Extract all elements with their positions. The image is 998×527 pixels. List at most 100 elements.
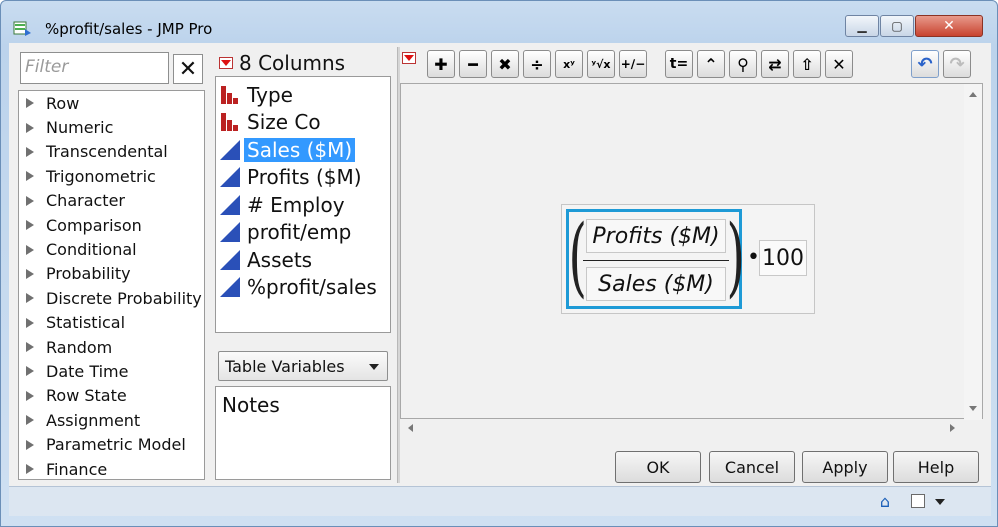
table-variables-select[interactable]: Table Variables	[218, 351, 388, 381]
delete-button[interactable]: ✕	[825, 50, 853, 78]
divide-button[interactable]: ÷	[523, 50, 551, 78]
function-category-item[interactable]: Row	[19, 91, 204, 115]
expand-triangle-icon[interactable]	[26, 98, 34, 109]
constant-term[interactable]: 100	[759, 240, 807, 276]
expand-triangle-icon[interactable]	[26, 464, 34, 475]
selected-fraction[interactable]: ( ) Profits ($M) Sales ($M)	[566, 207, 745, 309]
function-category-item[interactable]: Parametric Model	[19, 432, 204, 456]
add-button[interactable]: ✚	[427, 50, 455, 78]
continuous-triangle-icon	[220, 277, 240, 298]
expand-triangle-icon[interactable]	[26, 293, 34, 304]
function-category-item[interactable]: Statistical	[19, 311, 204, 335]
multiply-button[interactable]: ✖	[491, 50, 519, 78]
subtract-button[interactable]: ━	[459, 50, 487, 78]
continuous-triangle-icon	[220, 139, 240, 160]
expand-triangle-icon[interactable]	[26, 366, 34, 377]
formula-expression[interactable]: ( ) Profits ($M) Sales ($M) • 100	[561, 204, 815, 314]
notes-label: Notes	[222, 393, 280, 417]
scroll-right-icon[interactable]	[950, 424, 955, 432]
window-list-dropdown-icon[interactable]	[935, 499, 945, 505]
function-category-item[interactable]: Random	[19, 335, 204, 359]
formula-red-triangle-menu-icon[interactable]	[402, 52, 416, 64]
function-category-item[interactable]: Character	[19, 189, 204, 213]
column-item-employ[interactable]: # Employ	[216, 191, 390, 219]
clear-filter-icon[interactable]: ✕	[173, 54, 203, 84]
expand-triangle-icon[interactable]	[26, 268, 34, 279]
expand-triangle-icon[interactable]	[26, 195, 34, 206]
column-item-sales[interactable]: Sales ($M)	[216, 136, 390, 164]
cancel-button[interactable]: Cancel	[709, 451, 795, 483]
fraction-bar	[583, 260, 729, 261]
expand-triangle-icon[interactable]	[26, 220, 34, 231]
redo-button[interactable]: ↷	[943, 50, 971, 78]
expand-triangle-icon[interactable]	[26, 390, 34, 401]
assign-button[interactable]: t=	[665, 50, 693, 78]
column-item-profits[interactable]: Profits ($M)	[216, 164, 390, 192]
column-count-label: 8 Columns	[239, 51, 346, 75]
function-category-item[interactable]: Conditional	[19, 237, 204, 261]
function-category-item[interactable]: Comparison	[19, 213, 204, 237]
numerator-term[interactable]: Profits ($M)	[586, 219, 726, 253]
denominator-term[interactable]: Sales ($M)	[586, 267, 726, 301]
expand-triangle-icon[interactable]	[26, 171, 34, 182]
function-category-item[interactable]: Finance	[19, 457, 204, 481]
function-category-item[interactable]: Discrete Probability	[19, 286, 204, 310]
column-item-assets[interactable]: Assets	[216, 246, 390, 274]
notes-area[interactable]: Notes	[215, 386, 391, 480]
help-button[interactable]: Help	[893, 451, 979, 483]
function-category-item[interactable]: Trigonometric	[19, 164, 204, 188]
jmp-app-icon	[13, 21, 31, 36]
power-button[interactable]: xʸ	[555, 50, 583, 78]
undo-button[interactable]: ↶	[911, 50, 939, 78]
left-paren: (	[568, 207, 588, 307]
function-category-item[interactable]: Numeric	[19, 115, 204, 139]
vertical-scrollbar[interactable]	[964, 84, 982, 420]
move-up-button[interactable]: ⇧	[793, 50, 821, 78]
minimize-button[interactable]: ▁	[845, 15, 879, 37]
scroll-left-icon[interactable]	[408, 424, 413, 432]
expand-triangle-icon[interactable]	[26, 439, 34, 450]
continuous-triangle-icon	[220, 167, 240, 188]
peel-up-button[interactable]: ⌃	[697, 50, 725, 78]
expand-triangle-icon[interactable]	[26, 317, 34, 328]
horizontal-scrollbar[interactable]	[400, 419, 965, 437]
dialog-client-area: Filter ✕ Row Numeric Transcendental Trig…	[9, 43, 991, 486]
formula-canvas[interactable]: ( ) Profits ($M) Sales ($M) • 100	[400, 83, 983, 420]
negate-button[interactable]: +∕−	[619, 50, 647, 78]
root-button[interactable]: ʸ√x	[587, 50, 615, 78]
column-item-profit-emp[interactable]: profit/emp	[216, 219, 390, 247]
column-item-profit-sales[interactable]: %profit/sales	[216, 274, 390, 302]
expand-triangle-icon[interactable]	[26, 342, 34, 353]
nominal-bars-icon	[220, 85, 240, 105]
column-list: Type Size Co Sales ($M) Profits ($M) # E…	[215, 76, 391, 333]
function-category-item[interactable]: Assignment	[19, 408, 204, 432]
function-category-item[interactable]: Probability	[19, 262, 204, 286]
continuous-triangle-icon	[220, 194, 240, 215]
close-button[interactable]: ✕	[915, 15, 983, 37]
scroll-up-icon[interactable]	[969, 92, 977, 97]
expand-triangle-icon[interactable]	[26, 146, 34, 157]
function-category-item[interactable]: Date Time	[19, 359, 204, 383]
columns-header: 8 Columns	[219, 51, 345, 75]
search-button[interactable]: ⚲	[729, 50, 757, 78]
window-list-checkbox[interactable]	[911, 494, 925, 508]
expand-triangle-icon[interactable]	[26, 415, 34, 426]
formula-toolbar: ✚ ━ ✖ ÷ xʸ ʸ√x +∕− t= ⌃ ⚲ ⇄ ⇧ ✕ ↶ ↷	[399, 48, 989, 78]
continuous-triangle-icon	[220, 249, 240, 270]
columns-red-triangle-menu-icon[interactable]	[219, 57, 233, 69]
function-category-item[interactable]: Transcendental	[19, 140, 204, 164]
function-category-item[interactable]: Row State	[19, 384, 204, 408]
column-item-size-co[interactable]: Size Co	[216, 109, 390, 137]
expand-triangle-icon[interactable]	[26, 244, 34, 255]
function-filter-input[interactable]: Filter	[20, 52, 169, 84]
ok-button[interactable]: OK	[615, 451, 701, 483]
title-bar[interactable]: %profit/sales - JMP Pro ▁ ▢ ✕	[1, 1, 997, 43]
swap-button[interactable]: ⇄	[761, 50, 789, 78]
column-item-type[interactable]: Type	[216, 81, 390, 109]
home-icon[interactable]: ⌂	[875, 493, 895, 511]
scroll-down-icon[interactable]	[969, 406, 977, 411]
apply-button[interactable]: Apply	[802, 451, 888, 483]
expand-triangle-icon[interactable]	[26, 122, 34, 133]
jmp-formula-editor-window: %profit/sales - JMP Pro ▁ ▢ ✕ Filter ✕ R…	[0, 0, 998, 527]
maximize-button[interactable]: ▢	[880, 15, 914, 37]
